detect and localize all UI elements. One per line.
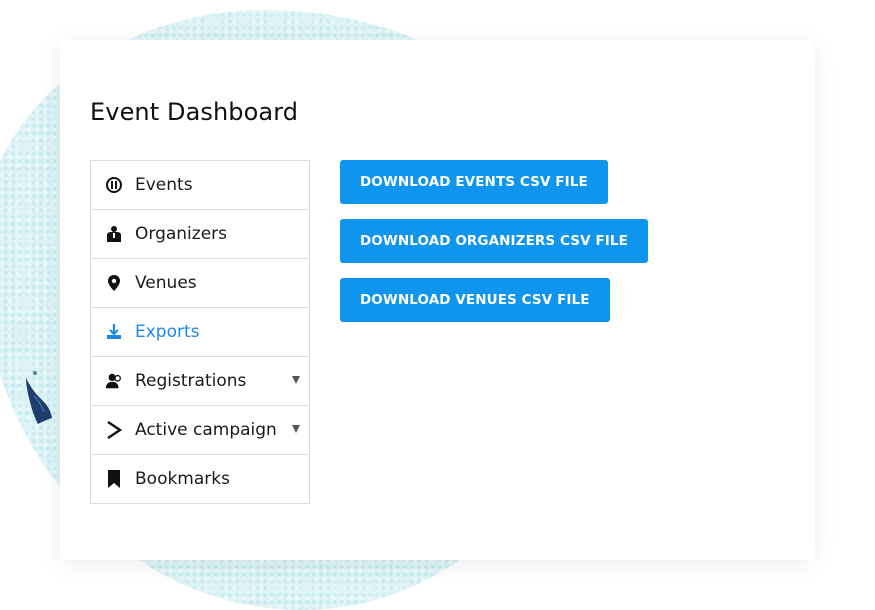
download-organizers-csv-button[interactable]: DOWNLOAD ORGANIZERS CSV FILE (340, 219, 648, 263)
page-title: Event Dashboard (90, 98, 299, 126)
location-pin-icon (105, 274, 123, 292)
bookmark-icon (105, 470, 123, 488)
sidebar-item-label: Events (135, 175, 193, 195)
sidebar-item-events[interactable]: Events (91, 161, 309, 210)
sidebar-item-label: Exports (135, 322, 200, 342)
sidebar-item-bookmarks[interactable]: Bookmarks (91, 455, 309, 503)
decorative-dot (33, 371, 37, 375)
sidebar-item-label: Registrations (135, 371, 247, 391)
sidebar-item-label: Venues (135, 273, 197, 293)
sidebar-item-exports[interactable]: Exports (91, 308, 309, 357)
download-events-csv-button[interactable]: DOWNLOAD EVENTS CSV FILE (340, 160, 608, 204)
caret-down-icon[interactable] (292, 376, 300, 384)
events-icon (105, 176, 123, 194)
export-buttons: DOWNLOAD EVENTS CSV FILE DOWNLOAD ORGANI… (340, 160, 648, 337)
dashboard-card: Event Dashboard Events Organizers Venues… (60, 40, 815, 560)
organizer-icon (105, 225, 123, 243)
sidebar-item-label: Organizers (135, 224, 228, 244)
chevron-right-icon (105, 421, 123, 439)
sidebar-item-organizers[interactable]: Organizers (91, 210, 309, 259)
sidebar-item-active-campaign[interactable]: Active campaign (91, 406, 309, 455)
sidebar-menu: Events Organizers Venues Exports Registr (90, 160, 310, 504)
decorative-ink-splash (24, 378, 54, 424)
sidebar-item-registrations[interactable]: Registrations (91, 357, 309, 406)
download-venues-csv-button[interactable]: DOWNLOAD VENUES CSV FILE (340, 278, 610, 322)
download-icon (105, 323, 123, 341)
caret-down-icon[interactable] (292, 425, 300, 433)
users-icon (105, 372, 123, 390)
sidebar-item-label: Bookmarks (135, 469, 230, 489)
sidebar-item-label: Active campaign (135, 420, 277, 440)
sidebar-item-venues[interactable]: Venues (91, 259, 309, 308)
